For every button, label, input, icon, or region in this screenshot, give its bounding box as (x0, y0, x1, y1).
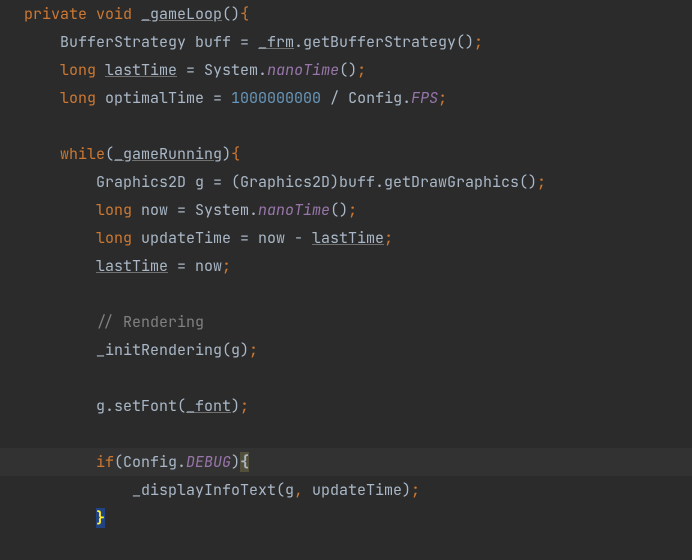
code-line[interactable]: // Rendering (0, 308, 692, 336)
code-line[interactable]: } (0, 504, 692, 532)
code-line[interactable]: long lastTime = System.nanoTime(); (0, 56, 692, 84)
code-token: lastTime (96, 256, 168, 276)
code-line[interactable]: long now = System.nanoTime(); (0, 196, 692, 224)
code-token: Graphics2D g = (Graphics2D)buff.getDrawG… (24, 172, 537, 192)
code-token (24, 88, 60, 108)
code-token: BufferStrategy buff = (24, 32, 258, 52)
code-token: nanoTime (267, 60, 339, 80)
code-token (24, 508, 96, 528)
code-line[interactable] (0, 280, 692, 308)
code-line[interactable]: _initRendering(g); (0, 336, 692, 364)
code-line[interactable]: lastTime = now; (0, 252, 692, 280)
code-editor[interactable]: private void _gameLoop(){ BufferStrategy… (0, 0, 692, 560)
code-token: ; (357, 60, 366, 80)
code-token: ) (222, 144, 231, 164)
code-token: long (96, 228, 141, 248)
code-token: ; (240, 396, 249, 416)
code-token: _gameLoop (141, 4, 222, 24)
code-line[interactable]: BufferStrategy buff = _frm.getBufferStra… (0, 28, 692, 56)
code-token (24, 60, 60, 80)
code-line[interactable] (0, 532, 692, 560)
code-line[interactable] (0, 420, 692, 448)
code-token: ; (438, 88, 447, 108)
code-token: ) (231, 452, 240, 472)
code-token: DEBUG (186, 452, 231, 472)
code-token: g.setFont( (24, 396, 186, 416)
code-token: () (222, 4, 240, 24)
code-token: private (24, 4, 96, 24)
code-token (24, 452, 96, 472)
code-token (24, 144, 60, 164)
code-line[interactable] (0, 364, 692, 392)
code-token: ; (384, 228, 393, 248)
code-token: / Config. (330, 88, 411, 108)
code-token (24, 256, 96, 276)
code-token: FPS (411, 88, 438, 108)
code-token: void (96, 4, 141, 24)
code-token: _frm (258, 32, 294, 52)
code-token: { (240, 452, 249, 472)
code-token: _displayInfoText(g (24, 480, 294, 500)
code-token: ) (231, 396, 240, 416)
code-line[interactable]: private void _gameLoop(){ (0, 0, 692, 28)
code-token (24, 312, 96, 332)
code-token: lastTime (312, 228, 384, 248)
code-token: long (96, 200, 141, 220)
code-line[interactable]: long optimalTime = 1000000000 / Config.F… (0, 84, 692, 112)
code-token: updateTime) (312, 480, 411, 500)
code-line[interactable]: if(Config.DEBUG){ (0, 448, 692, 476)
code-token: ; (348, 200, 357, 220)
code-token: .getBufferStrategy() (294, 32, 474, 52)
code-token: ; (537, 172, 546, 192)
code-token: _font (186, 396, 231, 416)
code-token: ; (474, 32, 483, 52)
code-token: updateTime = now - (141, 228, 312, 248)
code-token: { (240, 4, 249, 24)
code-token: long (60, 88, 105, 108)
code-token: // Rendering (96, 312, 204, 332)
code-token: now = System. (141, 200, 258, 220)
code-token: nanoTime (258, 200, 330, 220)
code-token: { (231, 144, 240, 164)
code-token: optimalTime = (105, 88, 231, 108)
code-line[interactable]: _displayInfoText(g, updateTime); (0, 476, 692, 504)
code-line[interactable]: Graphics2D g = (Graphics2D)buff.getDrawG… (0, 168, 692, 196)
code-line[interactable] (0, 112, 692, 140)
code-token: ; (411, 480, 420, 500)
code-token: = now (168, 256, 222, 276)
code-token: lastTime (105, 60, 177, 80)
code-token: if (96, 452, 114, 472)
code-token: _initRendering(g) (24, 340, 249, 360)
code-token: ; (222, 256, 231, 276)
code-token: while (60, 144, 105, 164)
code-token: long (60, 60, 105, 80)
code-token: , (294, 480, 312, 500)
code-token: } (96, 508, 105, 528)
code-line[interactable]: long updateTime = now - lastTime; (0, 224, 692, 252)
code-token: () (330, 200, 348, 220)
code-token: = System. (177, 60, 267, 80)
code-token (24, 228, 96, 248)
code-token: () (339, 60, 357, 80)
code-token: _gameRunning (114, 144, 222, 164)
code-token (24, 200, 96, 220)
code-line[interactable]: while(_gameRunning){ (0, 140, 692, 168)
code-token: 1000000000 (231, 88, 330, 108)
code-token: (Config. (114, 452, 186, 472)
code-line[interactable]: g.setFont(_font); (0, 392, 692, 420)
code-token: ; (249, 340, 258, 360)
code-token: ( (105, 144, 114, 164)
